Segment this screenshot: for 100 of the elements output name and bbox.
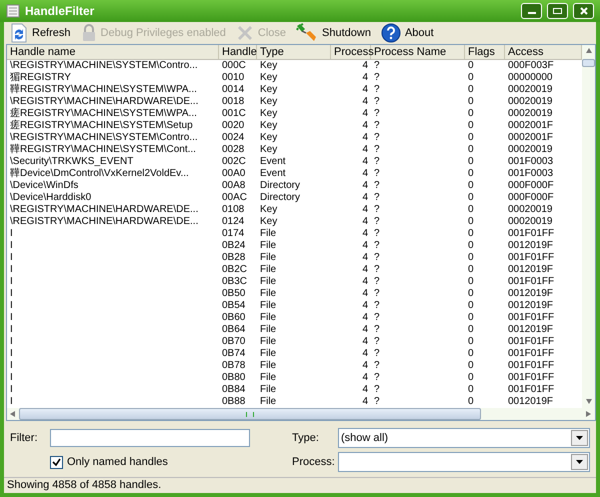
toolbar-button[interactable]: About bbox=[376, 22, 438, 44]
table-cell-text: 4 bbox=[361, 336, 369, 348]
table-cell-text: \REGISTRY\MACHINE\SYSTEM\Contro... bbox=[9, 132, 199, 144]
table-cell-text: 0 bbox=[467, 144, 475, 156]
table-cell-text: 0B70 bbox=[221, 336, 246, 348]
maximize-button[interactable] bbox=[547, 3, 568, 19]
table-cell-text: 0018 bbox=[221, 96, 246, 108]
table-cell-text: Directory bbox=[259, 180, 302, 192]
table-cell-text: 4 bbox=[361, 84, 369, 96]
filter-field[interactable] bbox=[50, 429, 250, 447]
table-cell-text: 瘥REGISTRY\MACHINE\SYSTEM\WPA... bbox=[9, 108, 198, 120]
type-label: Type: bbox=[292, 432, 320, 444]
table-cell-text: Key bbox=[259, 132, 278, 144]
table-cell-text: 0B80 bbox=[221, 372, 246, 384]
table-cell-text: 0012019F bbox=[507, 288, 554, 300]
column-header[interactable]: Process bbox=[331, 45, 371, 59]
column-header[interactable]: Type bbox=[257, 45, 331, 59]
column-header[interactable]: Handle name bbox=[7, 45, 219, 59]
table-cell-text: \REGISTRY\MACHINE\HARDWARE\DE... bbox=[9, 216, 200, 228]
scroll-thumb[interactable] bbox=[582, 59, 595, 67]
table-cell-text: 00020019 bbox=[507, 204, 554, 216]
table-cell-text: 0028 bbox=[221, 144, 246, 156]
table-cell-text: 4 bbox=[361, 264, 369, 276]
table-cell-text: Directory bbox=[259, 192, 302, 204]
table-cell-text: 0174 bbox=[221, 228, 246, 240]
table-cell-text: ? bbox=[373, 252, 381, 264]
table-cell-text: 0012019F bbox=[507, 264, 554, 276]
table-cell-text: 4 bbox=[361, 204, 369, 216]
table-cell-text: 0 bbox=[467, 252, 475, 264]
table-cell-text: 00AC bbox=[221, 192, 248, 204]
table-cell-text: 4 bbox=[361, 120, 369, 132]
table-cell-text: 瘥REGISTRY\MACHINE\SYSTEM\Setup bbox=[9, 120, 194, 132]
toolbar-button[interactable]: Shutdown bbox=[292, 22, 375, 44]
table-cell-text: 00020019 bbox=[507, 96, 554, 108]
table-cell-text: 0B54 bbox=[221, 300, 246, 312]
scroll-arrow-icon[interactable] bbox=[10, 411, 16, 417]
table-cell-text: 0 bbox=[467, 84, 475, 96]
table-cell-text: Key bbox=[259, 72, 278, 84]
plug-icon bbox=[296, 23, 318, 43]
checkbox-label: Only named handles bbox=[67, 456, 168, 468]
table-cell-text: File bbox=[259, 300, 278, 312]
table-cell-text: 0012019F bbox=[507, 240, 554, 252]
table-cell-text: 0 bbox=[467, 396, 475, 408]
table-cell-text: ? bbox=[373, 192, 381, 204]
table-cell-text: 00A0 bbox=[221, 168, 246, 180]
table-cell-text: File bbox=[259, 384, 278, 396]
table-cell-text: File bbox=[259, 228, 278, 240]
table-cell-text: ? bbox=[373, 180, 381, 192]
table-cell-text: 4 bbox=[361, 384, 369, 396]
dropdown-arrow-icon bbox=[576, 460, 583, 464]
table-cell-text: ? bbox=[373, 372, 381, 384]
table-cell-text: ? bbox=[373, 288, 381, 300]
table-cell-text: 00A8 bbox=[221, 180, 246, 192]
table-cell-text: 4 bbox=[361, 276, 369, 288]
dropdown-arrow-icon bbox=[576, 436, 583, 440]
table-cell-text: 4 bbox=[361, 240, 369, 252]
table-cell-text: 0B78 bbox=[221, 360, 246, 372]
table-cell-text: 0 bbox=[467, 264, 475, 276]
table-cell-text: ? bbox=[373, 276, 381, 288]
table-cell-text: 0 bbox=[467, 132, 475, 144]
horizontal-scrollbar[interactable] bbox=[7, 408, 595, 420]
table-cell-text: 00000000 bbox=[507, 72, 554, 84]
table-cell-text: File bbox=[259, 240, 278, 252]
table-cell-text: 0020 bbox=[221, 120, 246, 132]
table-cell-text: File bbox=[259, 372, 278, 384]
table-cell-text: 0010 bbox=[221, 72, 246, 84]
column-header[interactable]: Handle bbox=[219, 45, 257, 59]
table-cell-text: 4 bbox=[361, 252, 369, 264]
vertical-scrollbar[interactable] bbox=[582, 45, 595, 408]
table-cell-text: File bbox=[259, 336, 278, 348]
table-cell-text: 001F01FF bbox=[507, 252, 556, 264]
table-cell-text: 0012019F bbox=[507, 300, 554, 312]
table-cell-text: ? bbox=[373, 312, 381, 324]
table-cell-text: ? bbox=[373, 144, 381, 156]
process-label: Process: bbox=[292, 456, 334, 468]
scroll-arrow-icon[interactable] bbox=[586, 48, 592, 54]
table-cell-text: ? bbox=[373, 384, 381, 396]
table-cell-text: I bbox=[9, 348, 14, 360]
table-cell-text: 0B3C bbox=[221, 276, 248, 288]
table-cell-text: ? bbox=[373, 72, 381, 84]
column-header[interactable]: Flags bbox=[465, 45, 505, 59]
table-cell-text: 4 bbox=[361, 132, 369, 144]
checkbox[interactable] bbox=[50, 456, 63, 468]
process-dropdown[interactable] bbox=[338, 452, 590, 472]
table-cell-text: 000F000F bbox=[507, 180, 555, 192]
minimize-button[interactable] bbox=[521, 3, 542, 19]
toolbar-button[interactable]: Refresh bbox=[6, 22, 75, 44]
table-cell-text: I bbox=[9, 264, 14, 276]
table-cell-text: 0B88 bbox=[221, 396, 246, 408]
table-cell-text: \Security\TRKWKS_EVENT bbox=[9, 156, 134, 168]
table-cell-text: 4 bbox=[361, 396, 369, 408]
lock-icon bbox=[80, 24, 97, 42]
type-dropdown[interactable]: (show all) bbox=[338, 428, 590, 448]
scroll-thumb[interactable] bbox=[19, 408, 481, 420]
table-cell-text: 0 bbox=[467, 300, 475, 312]
close-button[interactable] bbox=[573, 3, 594, 19]
table-cell-text: Key bbox=[259, 144, 278, 156]
app-icon bbox=[6, 4, 20, 18]
table-cell-text: 0 bbox=[467, 60, 475, 72]
table-cell-text: 0 bbox=[467, 180, 475, 192]
